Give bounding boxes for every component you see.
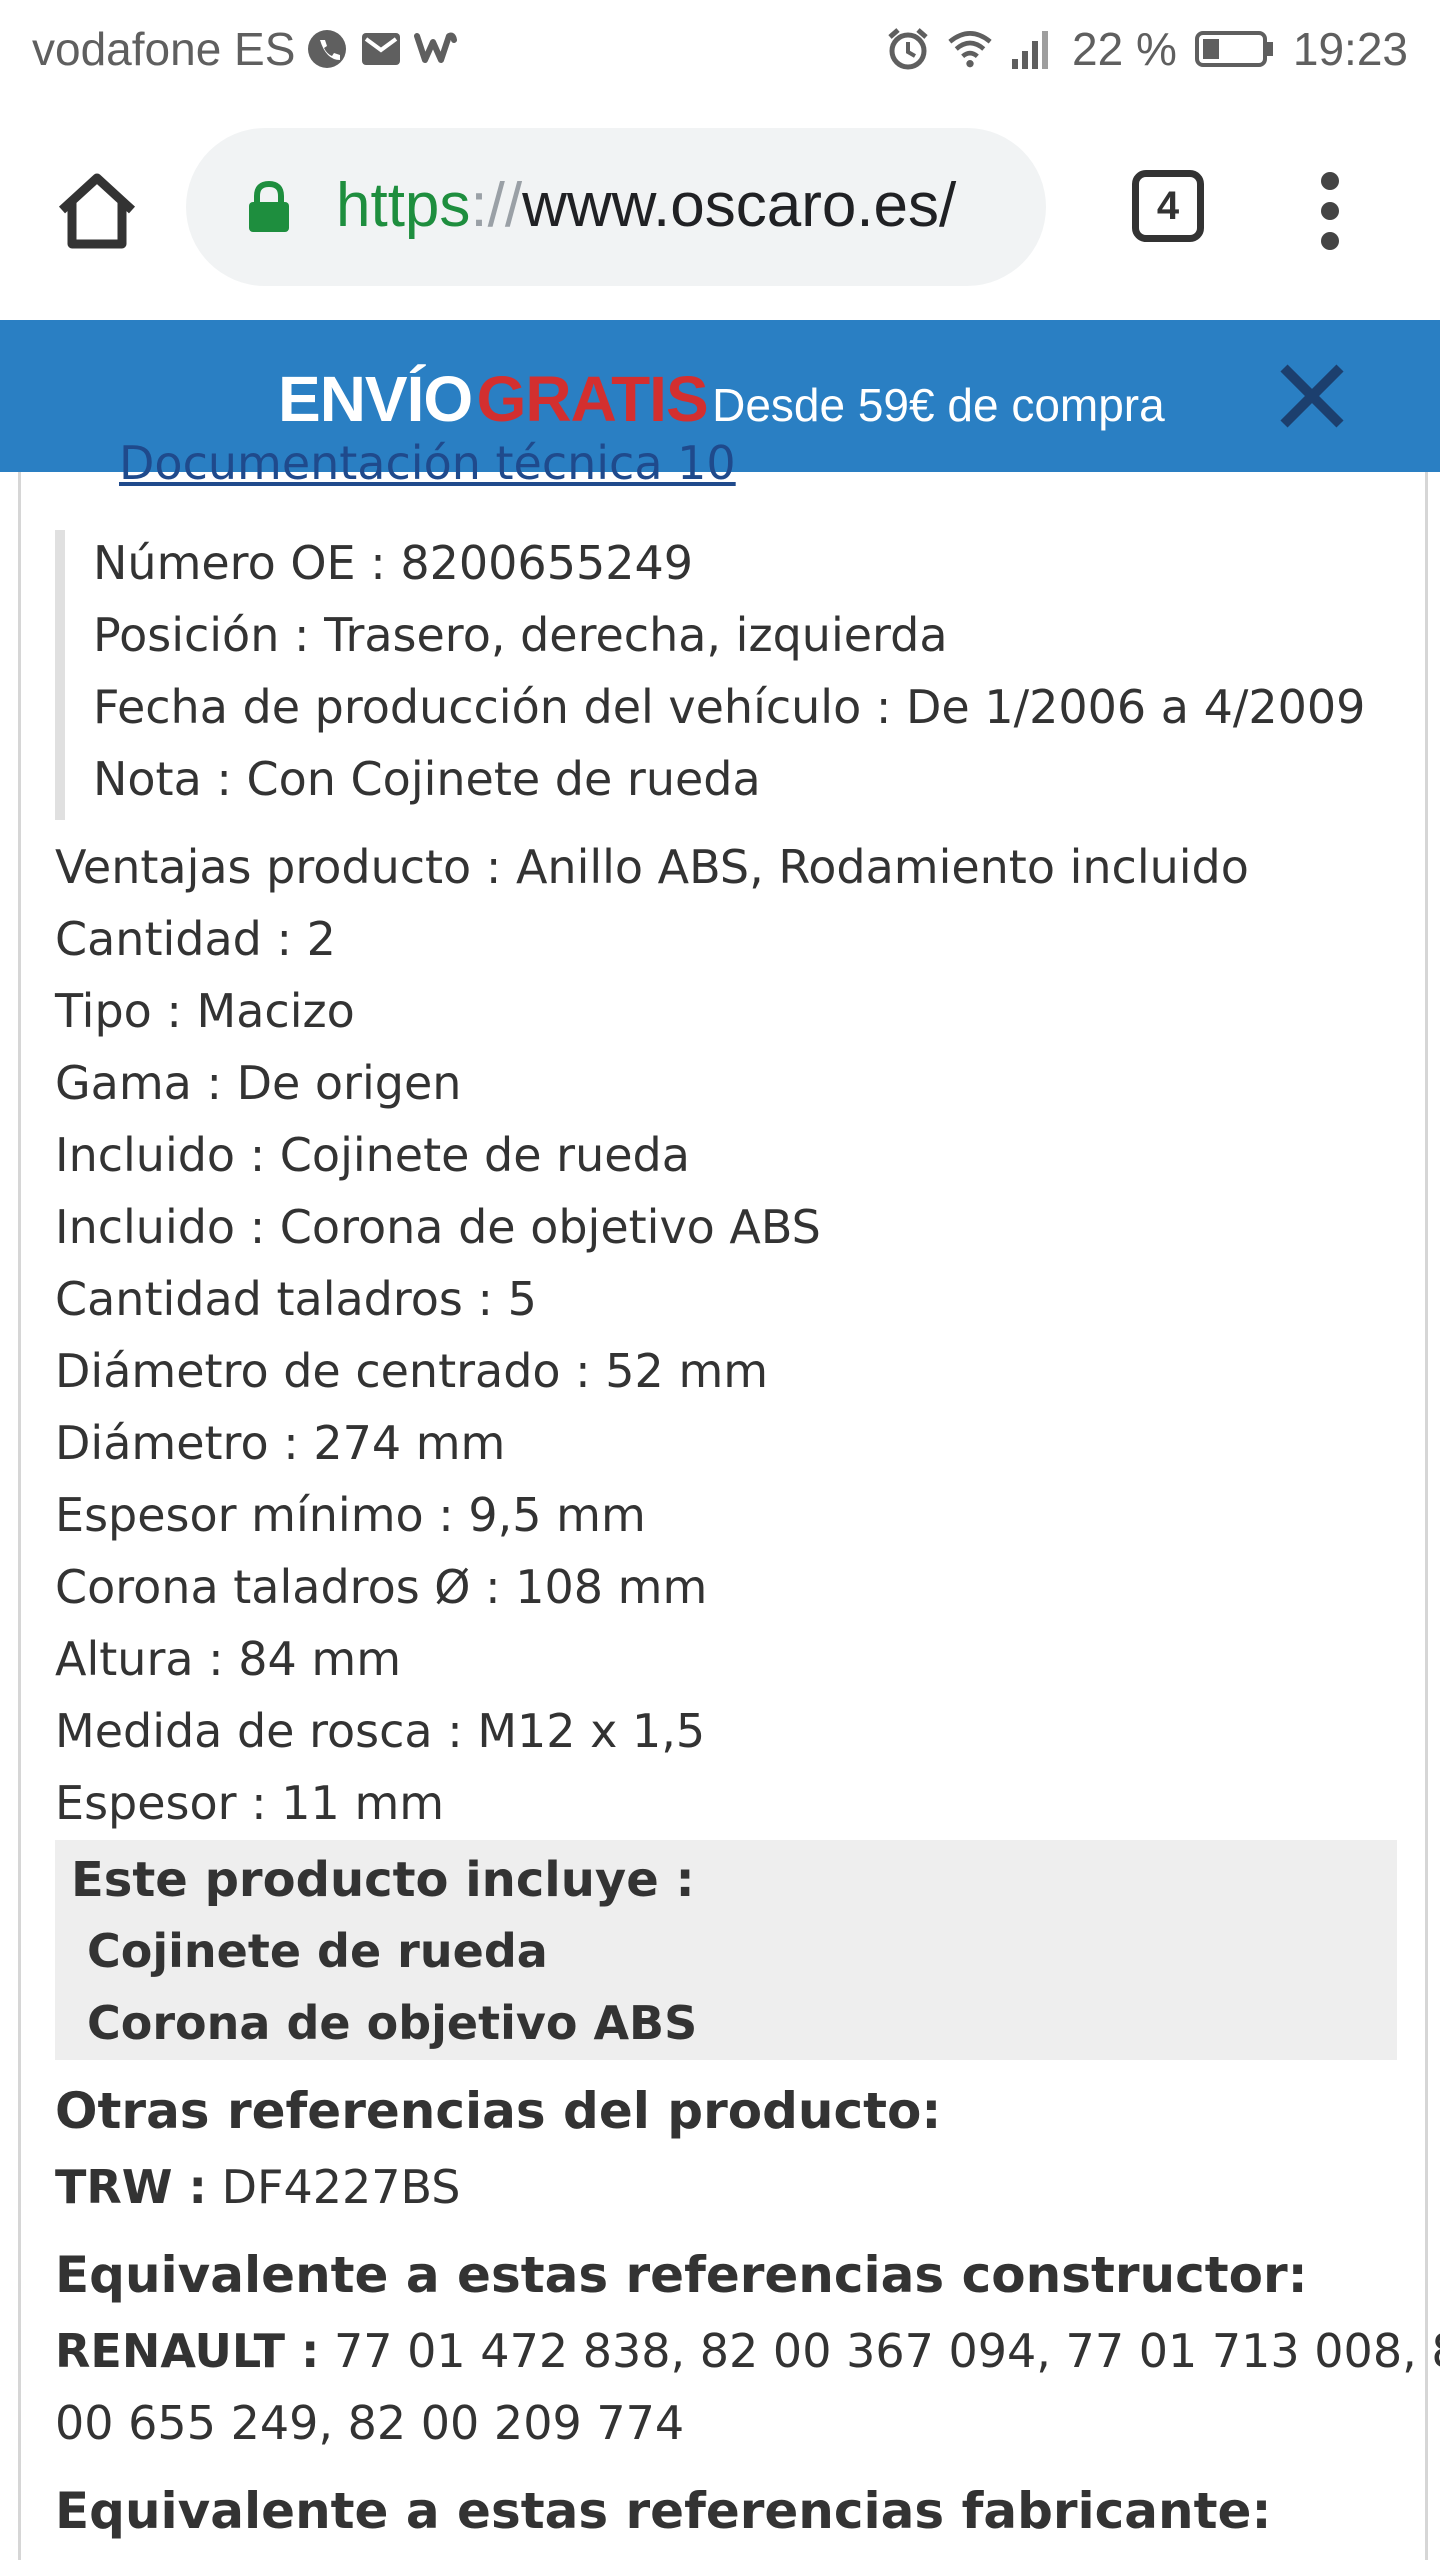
address-bar[interactable]: https://www.oscaro.es/ — [186, 128, 1046, 286]
spec-line: Diámetro : 274 mm — [55, 1416, 506, 1470]
banner-envio: ENVÍO — [278, 363, 473, 435]
production-date: Fecha de producción del vehículo : De 1/… — [93, 680, 1366, 734]
constructor-ref-brand: RENAULT : — [55, 2324, 320, 2378]
banner-close-button[interactable] — [1276, 360, 1348, 432]
included-item: Corona de objetivo ABS — [87, 1996, 698, 2050]
home-icon — [58, 173, 136, 249]
spec-line: Gama : De origen — [55, 1056, 462, 1110]
banner-text: ENVÍO GRATIS Desde 59€ de compra — [278, 362, 1165, 436]
included-item: Cojinete de rueda — [87, 1924, 548, 1978]
spec-line: Tipo : Macizo — [55, 984, 355, 1038]
spec-line: Cantidad : 2 — [55, 912, 336, 966]
other-refs-heading: Otras referencias del producto: — [55, 2082, 942, 2140]
position-info: Posición : Trasero, derecha, izquierda — [93, 608, 948, 662]
documentation-link[interactable]: Documentación técnica 10 — [119, 436, 736, 490]
spec-line: Cantidad taladros : 5 — [55, 1272, 537, 1326]
lock-icon — [246, 180, 292, 234]
url-separator: :// — [470, 171, 523, 240]
menu-dot-icon — [1321, 202, 1339, 220]
phone-icon — [305, 27, 349, 71]
other-ref-value: DF4227BS — [221, 2160, 461, 2214]
battery-percent: 22 % — [1072, 23, 1177, 75]
mail-icon — [359, 27, 403, 71]
w-app-icon — [413, 27, 458, 71]
included-title: Este producto incluye : — [71, 1852, 695, 1908]
constructor-refs-heading: Equivalente a estas referencias construc… — [55, 2246, 1308, 2304]
signal-icon — [1010, 27, 1054, 71]
menu-dot-icon — [1321, 172, 1339, 190]
overflow-menu-button[interactable] — [1310, 172, 1350, 252]
other-ref-brand: TRW : — [55, 2160, 207, 2214]
battery-icon — [1194, 27, 1275, 71]
spec-line: Altura : 84 mm — [55, 1632, 402, 1686]
spec-line: Espesor mínimo : 9,5 mm — [55, 1488, 646, 1542]
spec-line: Incluido : Cojinete de rueda — [55, 1128, 690, 1182]
banner-desde: Desde 59€ de compra — [712, 379, 1165, 431]
browser-toolbar: https://www.oscaro.es/ 4 — [0, 100, 1440, 320]
wifi-icon — [948, 27, 992, 71]
product-details: Documentación técnica 10 Número OE : 820… — [18, 436, 1440, 2560]
constructor-ref-values: 77 01 472 838, 82 00 367 094, 77 01 713 … — [334, 2324, 1440, 2378]
status-bar: vodafone ES 22 % 19:23 — [0, 0, 1440, 100]
banner-gratis: GRATIS — [476, 363, 709, 435]
clock: 19:23 — [1292, 23, 1408, 75]
home-button[interactable] — [52, 166, 142, 256]
url-scheme: https — [336, 171, 471, 240]
constructor-ref-line: RENAULT : 77 01 472 838, 82 00 367 094, … — [55, 2324, 1440, 2378]
menu-dot-icon — [1321, 232, 1339, 250]
note-info: Nota : Con Cojinete de rueda — [93, 752, 761, 806]
spec-line: Corona taladros Ø : 108 mm — [55, 1560, 708, 1614]
spec-line: Espesor : 11 mm — [55, 1776, 445, 1830]
alarm-icon — [886, 27, 930, 71]
included-items-box: Este producto incluye : Cojinete de rued… — [55, 1840, 1397, 2060]
constructor-ref-values-cont: 00 655 249, 82 00 209 774 — [55, 2396, 685, 2450]
manufacturer-refs-heading: Equivalente a estas referencias fabrican… — [55, 2482, 1272, 2540]
spec-line: Incluido : Corona de objetivo ABS — [55, 1200, 821, 1254]
spec-line: Ventajas producto : Anillo ABS, Rodamien… — [55, 840, 1249, 894]
oe-info-block: Número OE : 8200655249 Posición : Traser… — [55, 530, 1365, 820]
tab-switcher-button[interactable]: 4 — [1132, 170, 1204, 242]
spec-line: Diámetro de centrado : 52 mm — [55, 1344, 769, 1398]
url-host: www.oscaro.es/ — [522, 171, 957, 240]
close-icon — [1280, 364, 1344, 428]
other-ref-line: TRW : DF4227BS — [55, 2160, 460, 2214]
url-text: https://www.oscaro.es/ — [336, 170, 956, 241]
spec-line: Medida de rosca : M12 x 1,5 — [55, 1704, 706, 1758]
carrier-label: vodafone ES — [32, 23, 296, 75]
oe-number: Número OE : 8200655249 — [93, 536, 694, 590]
